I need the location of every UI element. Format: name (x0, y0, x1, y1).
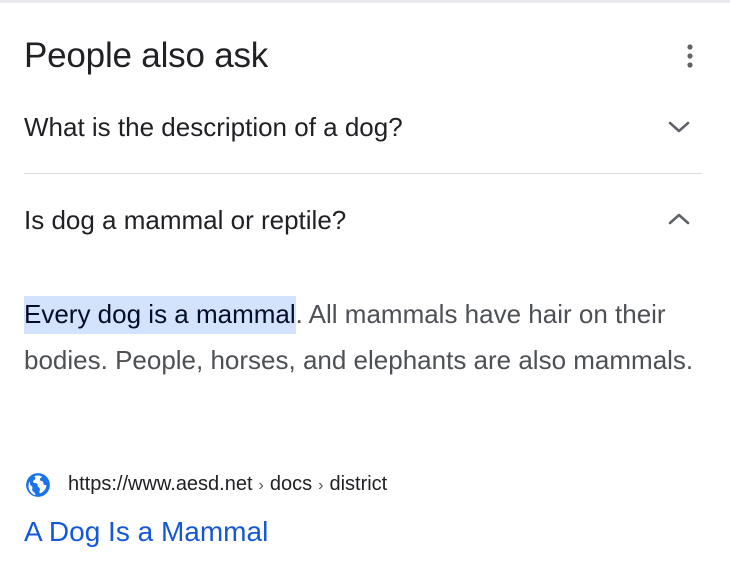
breadcrumb-separator: › (258, 477, 264, 494)
more-vert-icon (687, 44, 693, 68)
question-text: Is dog a mammal or reptile? (24, 205, 347, 235)
globe-icon (24, 471, 52, 499)
question-item-description[interactable]: What is the description of a dog? (0, 92, 730, 182)
chevron-down-icon[interactable] (664, 112, 694, 142)
people-also-ask-panel: People also ask What is the description … (0, 0, 730, 565)
question-item-mammal-or-reptile[interactable]: Is dog a mammal or reptile? (0, 186, 730, 276)
question-divider (24, 173, 702, 174)
more-options-button[interactable] (673, 36, 707, 76)
source-url: https://www.aesd.net › docs › district (68, 473, 388, 495)
answer-highlight: Every dog is a mammal (24, 296, 296, 334)
source-path-segment: district (329, 473, 388, 495)
result-title-link[interactable]: A Dog Is a Mammal (24, 514, 268, 550)
section-title: People also ask (24, 36, 269, 75)
question-text: What is the description of a dog? (24, 112, 403, 142)
breadcrumb-separator: › (318, 477, 324, 494)
source-citation[interactable]: https://www.aesd.net › docs › district (24, 470, 387, 500)
answer-snippet: Every dog is a mammal. All mammals have … (24, 291, 694, 383)
chevron-up-icon[interactable] (664, 204, 694, 234)
source-path-segment: docs (269, 473, 313, 495)
top-divider (0, 0, 730, 3)
